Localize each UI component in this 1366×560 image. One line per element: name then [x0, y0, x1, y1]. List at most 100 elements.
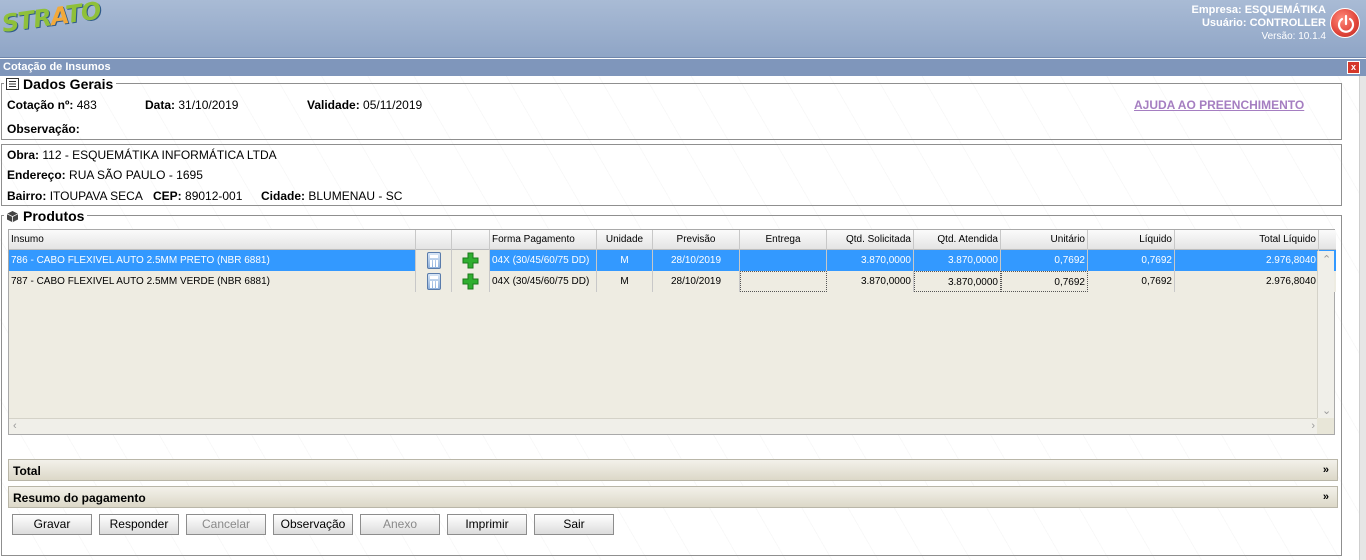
empresa-label: Empresa: ESQUEMÁTIKA — [1191, 4, 1326, 16]
page-scrollbar[interactable] — [1359, 76, 1366, 560]
close-window-button[interactable]: x — [1347, 61, 1360, 74]
endereco-field: Endereço: RUA SÃO PAULO - 1695 — [7, 168, 203, 182]
produtos-title: Produtos — [23, 208, 85, 224]
scroll-right-icon[interactable]: › — [1311, 420, 1315, 432]
cell-forma: 04X (30/45/60/75 DD) — [490, 250, 597, 271]
cube-icon — [6, 210, 19, 222]
col-unitario[interactable]: Unitário — [1001, 230, 1088, 250]
col-qtd-solicitada[interactable]: Qtd. Solicitada — [827, 230, 914, 250]
cancelar-button[interactable]: Cancelar — [186, 514, 266, 535]
cidade-value: BLUMENAU - SC — [308, 189, 403, 203]
gravar-button[interactable]: Gravar — [12, 514, 92, 535]
col-liquido[interactable]: Líquido — [1088, 230, 1175, 250]
table-row[interactable]: 787 - CABO FLEXIVEL AUTO 2.5MM VERDE (NB… — [9, 271, 1336, 292]
cell-liquido: 0,7692 — [1088, 250, 1175, 271]
imprimir-button[interactable]: Imprimir — [447, 514, 527, 535]
total-section-title: Total — [13, 464, 41, 478]
col-forma-pagamento[interactable]: Forma Pagamento — [490, 230, 597, 250]
anexo-button[interactable]: Anexo — [360, 514, 440, 535]
cell-qtd-atendida[interactable]: 3.870,0000 — [914, 250, 1001, 271]
cell-calc[interactable] — [416, 250, 452, 271]
validade-label: Validade: — [307, 98, 360, 112]
dados-gerais-legend: Dados Gerais — [4, 76, 117, 92]
cell-unidade: M — [597, 250, 653, 271]
scroll-left-icon[interactable]: ‹ — [13, 420, 17, 432]
expand-icon: » — [1322, 464, 1329, 476]
cep-field: CEP: 89012-001 — [153, 189, 242, 203]
table-row[interactable]: 786 - CABO FLEXIVEL AUTO 2.5MM PRETO (NB… — [9, 250, 1336, 271]
cell-qtd-atendida[interactable]: 3.870,0000 — [914, 271, 1001, 292]
obra-label: Obra: — [7, 148, 40, 162]
col-add — [452, 230, 490, 250]
cell-unitario[interactable]: 0,7692 — [1001, 271, 1088, 292]
obra-value: 112 - ESQUEMÁTIKA INFORMÁTICA LTDA — [42, 148, 277, 162]
col-entrega[interactable]: Entrega — [740, 230, 827, 250]
plus-icon — [462, 273, 479, 290]
col-previsao[interactable]: Previsão — [653, 230, 740, 250]
cotacao-label: Cotação nº: — [7, 98, 74, 112]
data-value: 31/10/2019 — [178, 98, 239, 112]
cotacao-field: Cotação nº: 483 — [7, 98, 97, 112]
endereco-value: RUA SÃO PAULO - 1695 — [69, 168, 203, 182]
strato-logo: STRATO — [0, 0, 102, 48]
cell-add[interactable] — [452, 271, 490, 292]
logo-letter: A — [48, 1, 68, 32]
scroll-up-icon[interactable]: ⌃ — [1322, 253, 1331, 266]
app-header: STRATO Empresa: ESQUEMÁTIKA Usuário: CON… — [0, 0, 1366, 58]
expand-icon: » — [1322, 491, 1329, 503]
produtos-grid: Insumo Forma Pagamento Unidade Previsão … — [8, 229, 1336, 435]
cell-calc[interactable] — [416, 271, 452, 292]
cep-label: CEP: — [153, 189, 182, 203]
observacao-field: Observação: — [7, 122, 80, 136]
cell-unidade: M — [597, 271, 653, 292]
plus-icon — [462, 252, 479, 269]
sair-button[interactable]: Sair — [534, 514, 614, 535]
validade-value: 05/11/2019 — [363, 98, 423, 112]
validade-field: Validade: 05/11/2019 — [307, 98, 422, 112]
cell-previsao: 28/10/2019 — [653, 271, 740, 292]
cell-unitario[interactable]: 0,7692 — [1001, 250, 1088, 271]
ajuda-link[interactable]: AJUDA AO PREENCHIMENTO — [1134, 98, 1304, 112]
dados-gerais-title: Dados Gerais — [23, 76, 114, 92]
cell-total-liquido: 2.976,8040 — [1175, 250, 1319, 271]
endereco-label: Endereço: — [7, 168, 66, 182]
observacao-button[interactable]: Observação — [273, 514, 353, 535]
calculator-icon — [426, 273, 441, 290]
cell-previsao: 28/10/2019 — [653, 250, 740, 271]
cell-entrega[interactable] — [740, 250, 827, 271]
cidade-label: Cidade: — [261, 189, 306, 203]
cell-insumo: 786 - CABO FLEXIVEL AUTO 2.5MM PRETO (NB… — [9, 250, 416, 271]
grid-horizontal-scrollbar[interactable]: ‹ › — [9, 418, 1319, 434]
usuario-label: Usuário: CONTROLLER — [1201, 17, 1326, 29]
produtos-legend: Produtos — [4, 208, 88, 224]
col-unidade[interactable]: Unidade — [597, 230, 653, 250]
cotacao-value: 483 — [76, 98, 97, 112]
responder-button[interactable]: Responder — [99, 514, 179, 535]
cell-entrega[interactable] — [740, 271, 827, 292]
resumo-pagamento-section[interactable]: Resumo do pagamento » — [8, 486, 1338, 508]
calculator-icon — [426, 252, 441, 269]
cell-liquido: 0,7692 — [1088, 271, 1175, 292]
cell-forma: 04X (30/45/60/75 DD) — [490, 271, 597, 292]
cell-add[interactable] — [452, 250, 490, 271]
col-total-liquido[interactable]: Total Líquido — [1175, 230, 1319, 250]
cell-total-liquido: 2.976,8040 — [1175, 271, 1319, 292]
data-field: Data: 31/10/2019 — [145, 98, 238, 112]
version-label: Versão: 10.1.4 — [1261, 31, 1327, 42]
grid-vertical-scrollbar[interactable]: ⌃ ⌄ — [1317, 251, 1334, 419]
observacao-label: Observação: — [7, 122, 80, 136]
power-button[interactable] — [1330, 8, 1360, 38]
list-icon — [6, 78, 19, 90]
resumo-section-title: Resumo do pagamento — [13, 491, 146, 505]
col-insumo[interactable]: Insumo — [9, 230, 416, 250]
cell-qtd-solicitada: 3.870,0000 — [827, 250, 914, 271]
obra-field: Obra: 112 - ESQUEMÁTIKA INFORMÁTICA LTDA — [7, 148, 277, 162]
window-title: Cotação de Insumos — [0, 59, 1366, 76]
bairro-label: Bairro: — [7, 189, 47, 203]
col-qtd-atendida[interactable]: Qtd. Atendida — [914, 230, 1001, 250]
scroll-down-icon[interactable]: ⌄ — [1322, 404, 1331, 417]
power-icon — [1337, 14, 1355, 33]
total-section[interactable]: Total » — [8, 459, 1338, 481]
bairro-value: ITOUPAVA SECA — [49, 189, 143, 203]
cell-insumo: 787 - CABO FLEXIVEL AUTO 2.5MM VERDE (NB… — [9, 271, 416, 292]
